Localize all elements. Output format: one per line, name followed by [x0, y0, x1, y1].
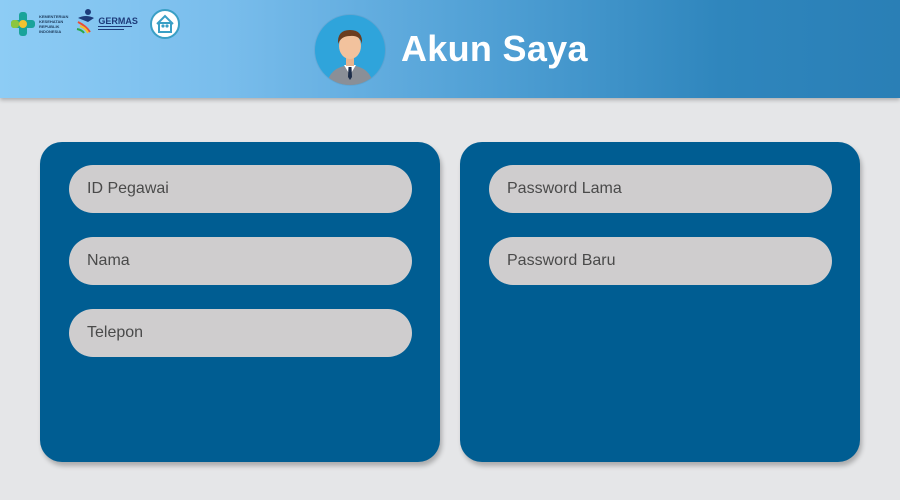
germas-word: GERMAS [98, 15, 138, 26]
name-input[interactable] [69, 237, 412, 285]
new-password-input[interactable] [489, 237, 832, 285]
old-password-input[interactable] [489, 165, 832, 213]
home-care-logo-icon [149, 8, 180, 39]
phone-input[interactable] [69, 309, 412, 357]
germas-text: GERMAS [98, 16, 138, 32]
employee-id-input[interactable] [69, 165, 412, 213]
kemenkes-cross-icon [10, 11, 36, 37]
kemenkes-text: KEMENTERIAN KESEHATAN REPUBLIK INDONESIA [39, 14, 68, 34]
germas-logo: GERMAS [76, 8, 138, 39]
germas-figure-icon [76, 8, 96, 39]
page-title: Akun Saya [401, 28, 588, 69]
user-avatar [315, 15, 385, 85]
germas-subtitle-lines [98, 25, 138, 32]
profile-card [40, 142, 440, 462]
logo-bar: KEMENTERIAN KESEHATAN REPUBLIK INDONESIA… [10, 8, 180, 39]
kemenkes-line: INDONESIA [39, 28, 62, 34]
password-card [460, 142, 860, 462]
app-header: KEMENTERIAN KESEHATAN REPUBLIK INDONESIA… [0, 0, 900, 98]
kemenkes-logo: KEMENTERIAN KESEHATAN REPUBLIK INDONESIA [10, 11, 68, 37]
